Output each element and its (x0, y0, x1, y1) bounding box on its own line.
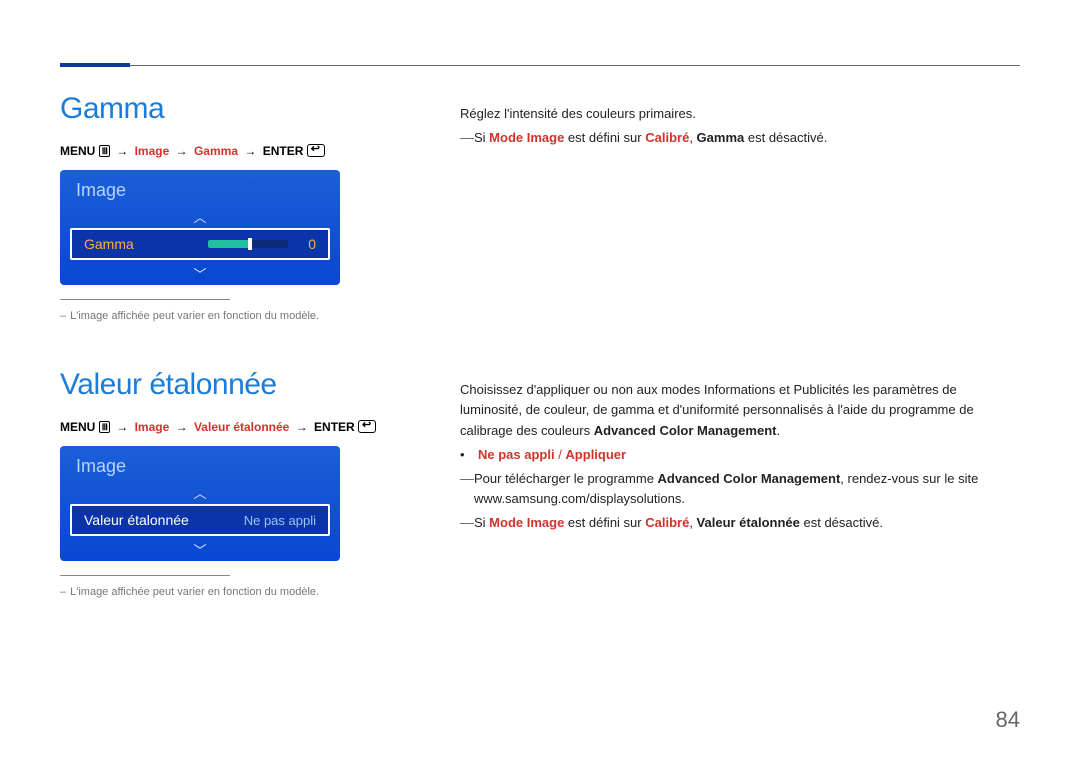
ui-item-value: Ne pas appli (244, 513, 316, 528)
valeur-options-bullet: • Ne pas appli / Appliquer (460, 445, 1020, 465)
header-rule (60, 65, 1020, 66)
header-accent (60, 63, 130, 67)
gamma-note: ― Si Mode Image est défini sur Calibré, … (460, 128, 1020, 148)
menu-path-seg: Valeur étalonnée (194, 420, 289, 434)
chevron-up-icon[interactable]: ︿ (60, 481, 340, 504)
section-title-gamma: Gamma (60, 92, 400, 126)
menu-path-seg: Image (135, 144, 170, 158)
divider (60, 299, 230, 300)
menu-path-valeur: MENU Ⅲ → Image → Valeur étalonnée → ENTE… (60, 420, 400, 434)
menu-path-seg: Image (135, 420, 170, 434)
ui-preview-valeur: Image ︿ Valeur étalonnée Ne pas appli ﹀ (60, 446, 340, 561)
ui-item-gamma[interactable]: Gamma 0 (70, 228, 330, 260)
ui-item-valeur[interactable]: Valeur étalonnée Ne pas appli (70, 504, 330, 536)
enter-icon (358, 420, 376, 433)
menu-icon: Ⅲ (99, 421, 110, 433)
menu-enter-label: ENTER (263, 144, 304, 158)
ui-title: Image (60, 446, 340, 481)
menu-label: MENU (60, 144, 95, 158)
chevron-down-icon[interactable]: ﹀ (60, 262, 340, 285)
ui-item-label: Gamma (84, 236, 134, 252)
footnote-valeur: –L'image affichée peut varier en fonctio… (60, 586, 400, 598)
footnote-gamma: –L'image affichée peut varier en fonctio… (60, 310, 400, 322)
ui-item-value: 0 (308, 236, 316, 252)
divider (60, 575, 230, 576)
section-title-valeur: Valeur étalonnée (60, 368, 400, 402)
valeur-note-disabled: ― Si Mode Image est défini sur Calibré, … (460, 513, 1020, 533)
ui-item-label: Valeur étalonnée (84, 512, 189, 528)
ui-title: Image (60, 170, 340, 205)
ui-preview-gamma: Image ︿ Gamma 0 ﹀ (60, 170, 340, 285)
menu-label: MENU (60, 420, 95, 434)
gamma-description: Réglez l'intensité des couleurs primaire… (460, 104, 1020, 124)
slider[interactable] (208, 240, 288, 248)
valeur-description: Choisissez d'appliquer ou non aux modes … (460, 380, 1020, 440)
enter-icon (307, 144, 325, 157)
chevron-up-icon[interactable]: ︿ (60, 205, 340, 228)
page-number: 84 (996, 707, 1020, 733)
menu-path-seg: Gamma (194, 144, 238, 158)
chevron-down-icon[interactable]: ﹀ (60, 538, 340, 561)
menu-enter-label: ENTER (314, 420, 355, 434)
valeur-note-download: ― Pour télécharger le programme Advanced… (460, 469, 1020, 509)
menu-path-gamma: MENU Ⅲ → Image → Gamma → ENTER (60, 144, 400, 158)
menu-icon: Ⅲ (99, 145, 110, 157)
